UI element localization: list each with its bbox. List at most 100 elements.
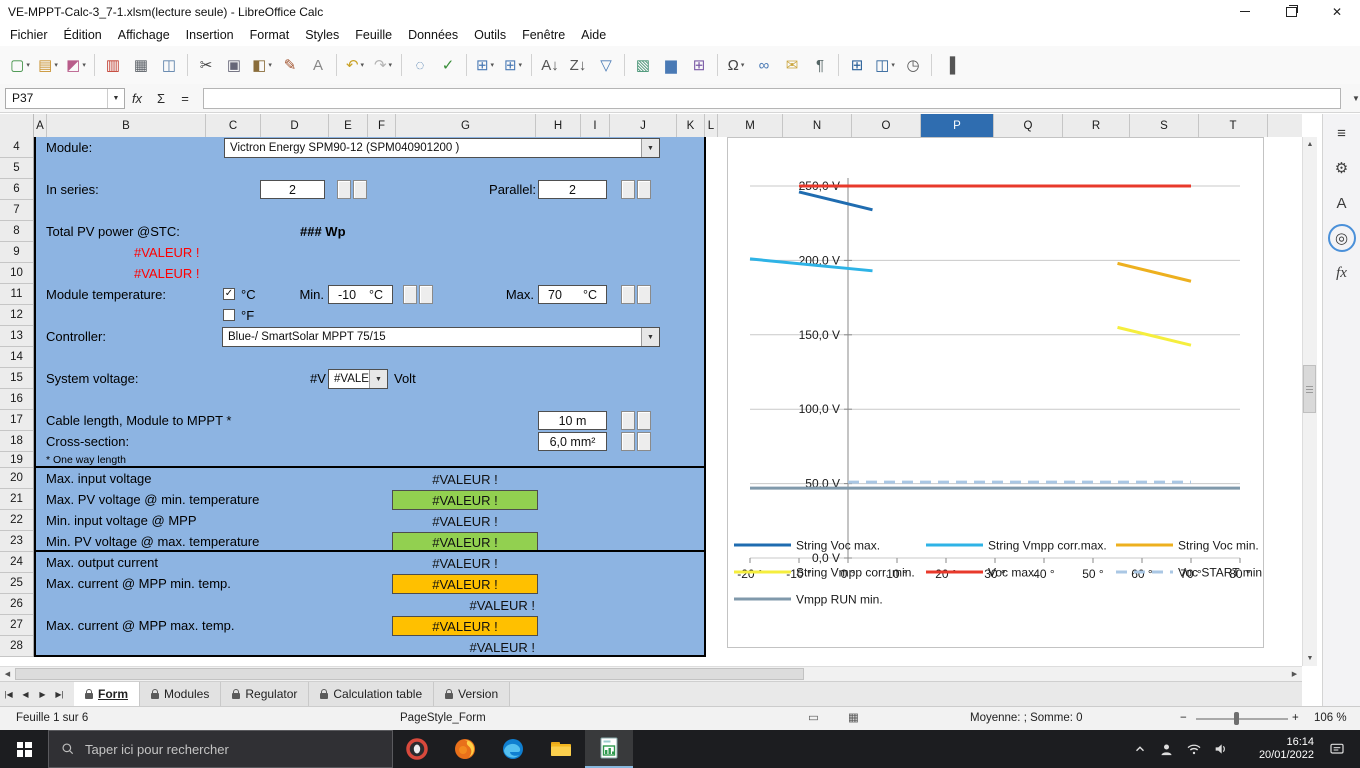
row-header-13[interactable]: 13 [0, 326, 33, 347]
sheet-tab-modules[interactable]: Modules [140, 682, 221, 706]
system-voltage-select[interactable]: #VALEU ▼ [328, 369, 388, 389]
dropdown-arrow-icon[interactable]: ▾ [82, 61, 86, 69]
row-header-5[interactable]: 5 [0, 158, 33, 179]
celsius-checkbox[interactable]: ✓ [223, 288, 235, 300]
edge-app-button[interactable] [489, 730, 537, 768]
menu-styles[interactable]: Styles [297, 26, 347, 44]
horizontal-scroll-thumb[interactable] [15, 668, 804, 680]
column-header-K[interactable]: K [677, 114, 705, 137]
row-header-25[interactable]: 25 [0, 573, 33, 594]
column-header-I[interactable]: I [581, 114, 610, 137]
column-header-E[interactable]: E [329, 114, 368, 137]
sidebar-toggle-button[interactable]: ▐ [936, 52, 964, 79]
row-header-14[interactable]: 14 [0, 347, 33, 368]
sheet-grid[interactable]: Module: Victron Energy SPM90-12 (SPM0409… [0, 137, 1302, 666]
row-header-24[interactable]: 24 [0, 552, 33, 573]
dropdown-arrow-icon[interactable]: ▾ [54, 61, 58, 69]
spin-left-icon[interactable] [621, 432, 635, 451]
row-header-4[interactable]: 4 [0, 137, 33, 158]
split-window-button[interactable]: ◫▾ [871, 52, 899, 79]
start-button[interactable] [0, 730, 48, 768]
autofilter-button[interactable]: ▽ [592, 52, 620, 79]
column-header-B[interactable]: B [47, 114, 206, 137]
spin-left-icon[interactable] [621, 180, 635, 199]
row-header-11[interactable]: 11 [0, 284, 33, 305]
clear-formatting-button[interactable]: A [304, 52, 332, 79]
cell-reference[interactable]: P37 [6, 91, 107, 105]
row-header-20[interactable]: 20 [0, 468, 33, 489]
select-all-corner[interactable] [0, 114, 34, 137]
dropdown-arrow-icon[interactable]: ▾ [389, 61, 393, 69]
spin-left-icon[interactable] [621, 411, 635, 430]
row-header-27[interactable]: 27 [0, 615, 33, 636]
row-header-28[interactable]: 28 [0, 636, 33, 657]
formula-input[interactable] [203, 88, 1341, 109]
sort-descending-button[interactable]: Z↓ [564, 52, 592, 79]
print-button[interactable]: ▦ [127, 52, 155, 79]
row-header-6[interactable]: 6 [0, 179, 33, 200]
hyperlink-button[interactable]: ∞ [750, 52, 778, 79]
system-voltage-dropdown-icon[interactable]: ▼ [369, 370, 387, 388]
spin-right-icon[interactable] [637, 180, 651, 199]
zoom-slider-handle[interactable] [1234, 712, 1239, 725]
menu-feuille[interactable]: Feuille [347, 26, 400, 44]
sum-button[interactable]: Σ [149, 87, 173, 109]
min-temp-input[interactable]: -10 °C [328, 285, 393, 304]
dropdown-arrow-icon[interactable]: ▾ [491, 61, 495, 69]
taskbar-search[interactable]: Taper ici pour rechercher [48, 730, 393, 768]
column-header-S[interactable]: S [1130, 114, 1199, 137]
scroll-up-icon[interactable]: ▲ [1303, 137, 1317, 152]
column-header-C[interactable]: C [206, 114, 261, 137]
document-modified-icon[interactable]: ▦ [848, 707, 859, 730]
minimize-button[interactable] [1222, 0, 1268, 23]
first-sheet-icon[interactable]: |◀ [0, 682, 17, 706]
column-header-G[interactable]: G [396, 114, 536, 137]
column-header-F[interactable]: F [368, 114, 396, 137]
dropdown-arrow-icon[interactable]: ▾ [891, 61, 895, 69]
column-header-L[interactable]: L [705, 114, 718, 137]
last-sheet-icon[interactable]: ▶| [51, 682, 68, 706]
vertical-scroll-thumb[interactable] [1303, 365, 1316, 413]
cut-button[interactable]: ✂ [192, 52, 220, 79]
firefox-app-button[interactable] [441, 730, 489, 768]
column-header-T[interactable]: T [1199, 114, 1268, 137]
redo-button[interactable]: ↷▾ [369, 52, 397, 79]
row-header-12[interactable]: 12 [0, 305, 33, 326]
spin-right-icon[interactable] [353, 180, 367, 199]
libreoffice-calc-app-button[interactable] [585, 730, 633, 768]
fahrenheit-checkbox[interactable] [223, 309, 235, 321]
menu-format[interactable]: Format [242, 26, 298, 44]
navigator-icon[interactable]: ◎ [1328, 224, 1356, 252]
column-header-Q[interactable]: Q [994, 114, 1063, 137]
dropdown-arrow-icon[interactable]: ▾ [361, 61, 365, 69]
insert-chart-button[interactable]: ▆ [657, 52, 685, 79]
print-preview-button[interactable]: ◫ [155, 52, 183, 79]
menu-fenêtre[interactable]: Fenêtre [514, 26, 573, 44]
spin-right-icon[interactable] [419, 285, 433, 304]
module-dropdown-icon[interactable]: ▼ [641, 139, 659, 157]
sheet-tab-form[interactable]: Form [74, 682, 140, 706]
dropdown-arrow-icon[interactable]: ▾ [519, 61, 523, 69]
cable-length-input[interactable]: 10 m [538, 411, 607, 430]
column-header-A[interactable]: A [34, 114, 47, 137]
horizontal-scroll-track[interactable] [15, 667, 1287, 681]
row-header-22[interactable]: 22 [0, 510, 33, 531]
row-header-15[interactable]: 15 [0, 368, 33, 389]
zoom-level[interactable]: 106 % [1314, 707, 1347, 730]
column-header-R[interactable]: R [1063, 114, 1130, 137]
scroll-down-icon[interactable]: ▼ [1303, 651, 1317, 666]
find-replace-button[interactable]: ◌ [406, 52, 434, 79]
row-header-18[interactable]: 18 [0, 431, 33, 452]
action-center-button[interactable] [1320, 741, 1354, 757]
column-header-O[interactable]: O [852, 114, 921, 137]
name-box[interactable]: P37 ▼ [5, 88, 125, 109]
menu-affichage[interactable]: Affichage [110, 26, 178, 44]
selection-mode-icon[interactable]: ▭ [808, 707, 819, 730]
function-wizard-button[interactable]: fx [125, 87, 149, 109]
people-tray-button[interactable] [1153, 742, 1180, 757]
functions-icon[interactable]: fx [1328, 259, 1356, 287]
row-header-21[interactable]: 21 [0, 489, 33, 510]
spin-left-icon[interactable] [621, 285, 635, 304]
spin-left-icon[interactable] [403, 285, 417, 304]
row-header-16[interactable]: 16 [0, 389, 33, 410]
